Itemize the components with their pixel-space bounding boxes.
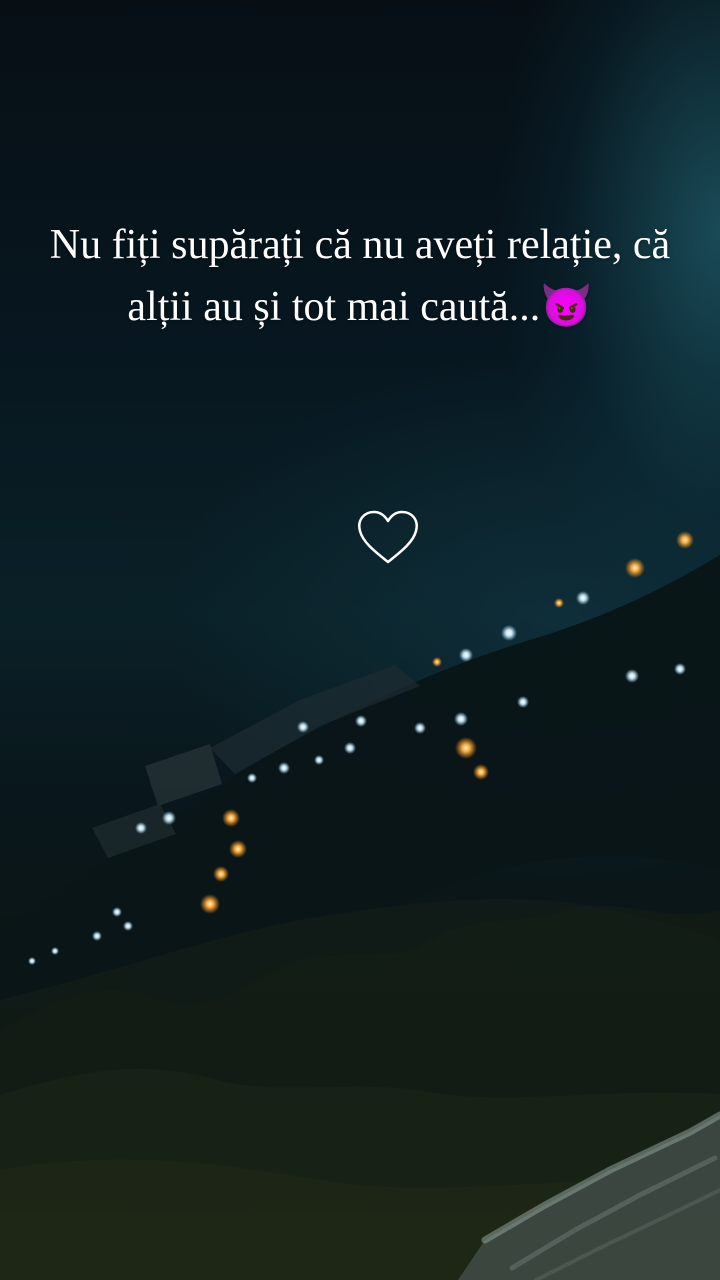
heart-outline-icon: [358, 510, 418, 564]
story-screen: Nu fiți supărați că nu aveți relație, că…: [0, 0, 720, 1280]
night-city-background: [0, 531, 720, 1280]
story-caption: Nu fiți supărați că nu aveți relație, că…: [49, 222, 671, 330]
like-button[interactable]: [356, 508, 420, 568]
